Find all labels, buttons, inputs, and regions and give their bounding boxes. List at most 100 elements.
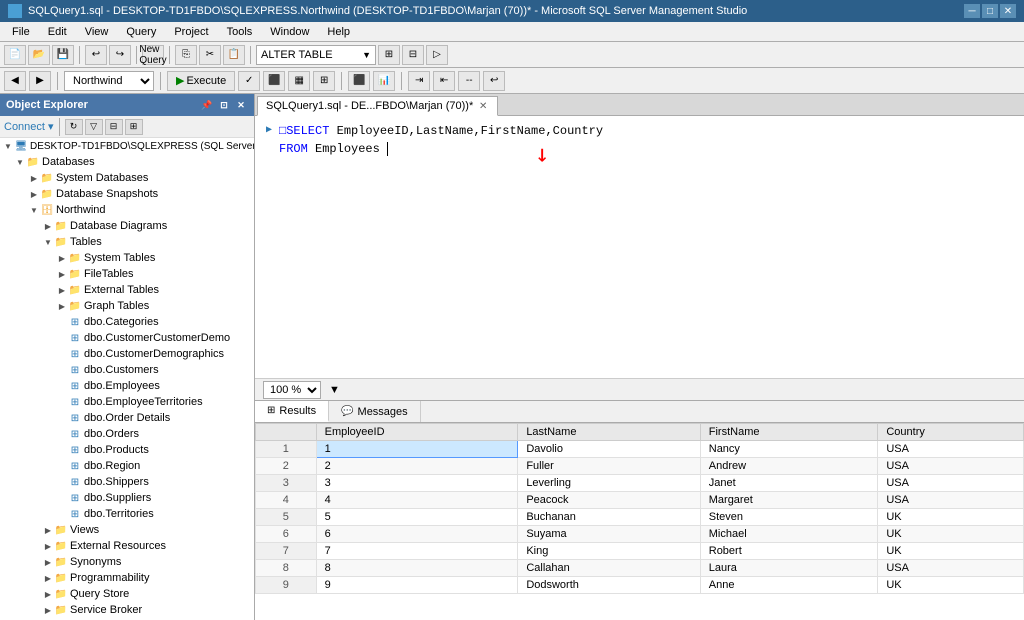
table-row[interactable]: 66SuyamaMichaelUK [256, 526, 1024, 543]
table-cell[interactable]: Davolio [518, 441, 700, 458]
tree-file-tables[interactable]: ▶ 📁 FileTables [0, 266, 254, 282]
table-cell[interactable]: Laura [700, 560, 878, 577]
menu-project[interactable]: Project [166, 24, 216, 40]
table-row[interactable]: 77KingRobertUK [256, 543, 1024, 560]
table-cell[interactable]: Robert [700, 543, 878, 560]
table-cell[interactable]: UK [878, 577, 1024, 594]
tree-view[interactable]: ▼ 🖥 DESKTOP-TD1FBDO\SQLEXPRESS (SQL Serv… [0, 138, 254, 620]
zoom-dropdown[interactable]: 100 % [263, 381, 321, 399]
tree-employees[interactable]: ▶ ⊞ dbo.Employees [0, 378, 254, 394]
forward-button[interactable]: ▶ [29, 71, 51, 91]
table-cell[interactable]: USA [878, 458, 1024, 475]
table-cell[interactable]: Leverling [518, 475, 700, 492]
table-cell[interactable]: Nancy [700, 441, 878, 458]
table-cell[interactable]: Callahan [518, 560, 700, 577]
table-row[interactable]: 33LeverlingJanetUSA [256, 475, 1024, 492]
collapse-button[interactable]: ⊟ [105, 119, 123, 135]
tree-external-tables[interactable]: ▶ 📁 External Tables [0, 282, 254, 298]
tree-orderdetails[interactable]: ▶ ⊞ dbo.Order Details [0, 410, 254, 426]
debug-button[interactable]: ⬛ [263, 71, 285, 91]
connect-button[interactable]: Connect ▾ [4, 120, 54, 133]
table-cell[interactable]: Anne [700, 577, 878, 594]
table-cell[interactable]: 5 [316, 509, 518, 526]
table-cell[interactable]: Michael [700, 526, 878, 543]
uncomment-button[interactable]: ↩ [483, 71, 505, 91]
indent-button[interactable]: ⇥ [408, 71, 430, 91]
table-cell[interactable]: Peacock [518, 492, 700, 509]
tree-suppliers[interactable]: ▶ ⊞ dbo.Suppliers [0, 490, 254, 506]
table-row[interactable]: 22FullerAndrewUSA [256, 458, 1024, 475]
toolbar-btn-extra1[interactable]: ⊞ [378, 45, 400, 65]
include-actual-plan[interactable]: ⬛ [348, 71, 370, 91]
paste-button[interactable]: 📋 [223, 45, 245, 65]
col-header-country[interactable]: Country [878, 424, 1024, 441]
tab-close-button[interactable]: ✕ [477, 100, 489, 112]
copy-button[interactable]: ⎘ [175, 45, 197, 65]
tree-graph-tables[interactable]: ▶ 📁 Graph Tables [0, 298, 254, 314]
database-dropdown[interactable]: Northwind [64, 71, 154, 91]
table-cell[interactable]: Buchanan [518, 509, 700, 526]
tree-db-diagrams[interactable]: ▶ 📁 Database Diagrams [0, 218, 254, 234]
minimize-button[interactable]: ─ [964, 4, 980, 18]
new-file-button[interactable]: 📄 [4, 45, 26, 65]
table-cell[interactable]: USA [878, 441, 1024, 458]
tree-query-store[interactable]: ▶ 📁 Query Store [0, 586, 254, 602]
toolbar-btn-extra2[interactable]: ⊟ [402, 45, 424, 65]
menu-help[interactable]: Help [319, 24, 358, 40]
tree-views[interactable]: ▶ 📁 Views [0, 522, 254, 538]
maximize-button[interactable]: □ [982, 4, 998, 18]
tree-shippers[interactable]: ▶ ⊞ dbo.Shippers [0, 474, 254, 490]
col-header-lastname[interactable]: LastName [518, 424, 700, 441]
table-row[interactable]: 11DavolioNancyUSA [256, 441, 1024, 458]
tree-databases-node[interactable]: ▼ 📁 Databases [0, 154, 254, 170]
menu-file[interactable]: File [4, 24, 38, 40]
tree-service-broker[interactable]: ▶ 📁 Service Broker [0, 602, 254, 618]
grid-button[interactable]: ⊞ [313, 71, 335, 91]
parse-button[interactable]: ✓ [238, 71, 260, 91]
menu-view[interactable]: View [77, 24, 117, 40]
panel-float-button[interactable]: ⊡ [217, 98, 231, 112]
table-cell[interactable]: Janet [700, 475, 878, 492]
redo-button[interactable]: ↪ [109, 45, 131, 65]
tree-server-node[interactable]: ▼ 🖥 DESKTOP-TD1FBDO\SQLEXPRESS (SQL Serv… [0, 138, 254, 154]
execute-button[interactable]: ▶ Execute [167, 71, 235, 91]
sql-query-tab[interactable]: SQLQuery1.sql - DE...FBDO\Marjan (70))* … [257, 96, 498, 116]
panel-pin-button[interactable]: 📌 [200, 98, 214, 112]
table-cell[interactable]: 7 [316, 543, 518, 560]
table-cell[interactable]: UK [878, 543, 1024, 560]
col-header-firstname[interactable]: FirstName [700, 424, 878, 441]
table-cell[interactable]: 3 [316, 475, 518, 492]
col-header-employeeid[interactable]: EmployeeID [316, 424, 518, 441]
comment-button[interactable]: -- [458, 71, 480, 91]
table-cell[interactable]: 8 [316, 560, 518, 577]
tree-territories[interactable]: ▶ ⊞ dbo.Territories [0, 506, 254, 522]
menu-window[interactable]: Window [262, 24, 317, 40]
table-cell[interactable]: 9 [316, 577, 518, 594]
menu-edit[interactable]: Edit [40, 24, 75, 40]
cut-button[interactable]: ✂ [199, 45, 221, 65]
tree-tables[interactable]: ▼ 📁 Tables [0, 234, 254, 250]
open-button[interactable]: 📂 [28, 45, 50, 65]
tree-employeeterritories[interactable]: ▶ ⊞ dbo.EmployeeTerritories [0, 394, 254, 410]
table-cell[interactable]: USA [878, 492, 1024, 509]
table-cell[interactable]: 6 [316, 526, 518, 543]
table-cell[interactable]: Dodsworth [518, 577, 700, 594]
messages-tab[interactable]: 💬 Messages [329, 401, 421, 422]
table-cell[interactable]: UK [878, 526, 1024, 543]
tree-programmability[interactable]: ▶ 📁 Programmability [0, 570, 254, 586]
table-row[interactable]: 44PeacockMargaretUSA [256, 492, 1024, 509]
table-cell[interactable]: Steven [700, 509, 878, 526]
tree-system-dbs[interactable]: ▶ 📁 System Databases [0, 170, 254, 186]
tree-products[interactable]: ▶ ⊞ dbo.Products [0, 442, 254, 458]
tree-northwind[interactable]: ▼ 🗄 Northwind [0, 202, 254, 218]
table-cell[interactable]: UK [878, 509, 1024, 526]
results-table-container[interactable]: EmployeeID LastName FirstName Country 11… [255, 423, 1024, 620]
close-button[interactable]: ✕ [1000, 4, 1016, 18]
table-row[interactable]: 99DodsworthAnneUK [256, 577, 1024, 594]
table-row[interactable]: 55BuchananStevenUK [256, 509, 1024, 526]
tree-categories[interactable]: ▶ ⊞ dbo.Categories [0, 314, 254, 330]
tree-snapshots[interactable]: ▶ 📁 Database Snapshots [0, 186, 254, 202]
results-tab[interactable]: ⊞ Results [255, 401, 329, 422]
table-cell[interactable]: Margaret [700, 492, 878, 509]
menu-tools[interactable]: Tools [219, 24, 261, 40]
